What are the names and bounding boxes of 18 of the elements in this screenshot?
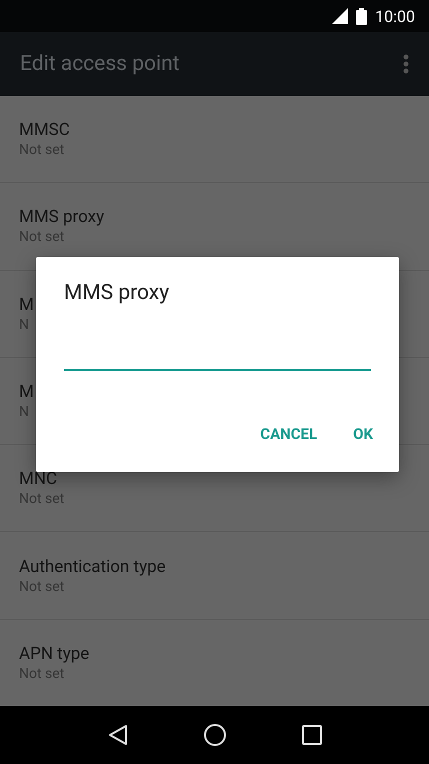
more-options-icon[interactable]	[403, 54, 409, 74]
setting-title[interactable]: M	[19, 382, 34, 402]
setting-title[interactable]: MNC	[19, 469, 58, 490]
ok-button[interactable]: OK	[337, 417, 389, 451]
back-icon[interactable]	[108, 724, 128, 746]
screen-title: Edit access point	[20, 52, 180, 76]
setting-title[interactable]: M	[19, 294, 34, 315]
cancel-button[interactable]: CANCEL	[244, 417, 334, 451]
clock: 10:00	[375, 6, 415, 26]
setting-title[interactable]: MMS proxy	[19, 207, 104, 228]
setting-title[interactable]: Authentication type	[19, 556, 166, 577]
setting-title[interactable]: MMSC	[19, 120, 70, 140]
dialog-title: MMS proxy	[64, 281, 170, 305]
signal-icon	[332, 8, 348, 24]
home-icon[interactable]	[202, 723, 226, 747]
battery-icon	[356, 8, 368, 24]
setting-title[interactable]: APN type	[19, 644, 90, 664]
recents-icon[interactable]	[302, 725, 322, 745]
